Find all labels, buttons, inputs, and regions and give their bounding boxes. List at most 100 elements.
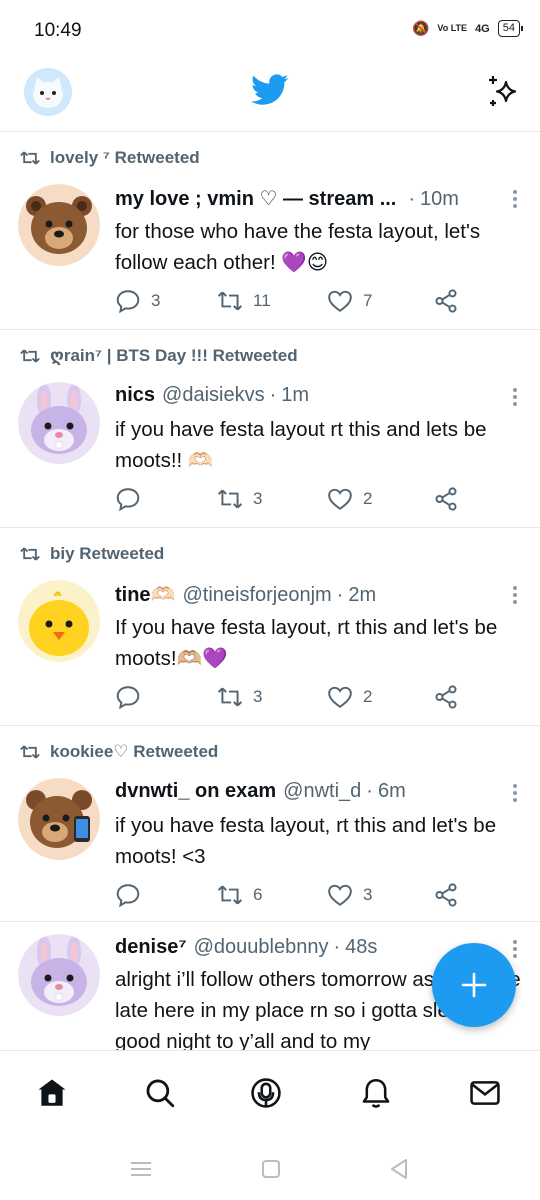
top-app-bar — [0, 60, 540, 132]
reply-icon — [116, 290, 140, 314]
tweet-time[interactable]: 6m — [378, 780, 406, 803]
share-icon — [435, 685, 457, 709]
tweet-time[interactable]: 1m — [281, 384, 309, 407]
nav-messages[interactable] — [465, 1073, 505, 1113]
like-button[interactable]: 7 — [327, 288, 372, 314]
signal-indicator: 4G — [475, 22, 490, 35]
user-handle[interactable]: @tineisforjeonjm — [182, 584, 331, 607]
bunny-avatar[interactable] — [18, 382, 100, 464]
nav-search[interactable] — [140, 1073, 180, 1113]
user-handle[interactable]: @nwti_d — [283, 780, 361, 803]
heart-icon — [328, 884, 352, 906]
like-count: 3 — [363, 885, 373, 904]
bunny-avatar[interactable] — [18, 934, 100, 1016]
share-button[interactable] — [433, 882, 459, 908]
timeline-feed[interactable]: lovely ⁷ Retweeted my love ; vmin ♡ — st… — [0, 132, 540, 1050]
more-options-icon[interactable] — [512, 938, 518, 960]
bear-phone-avatar[interactable] — [18, 778, 100, 860]
tweet-text: if you have festa layout rt this and let… — [115, 418, 487, 472]
sparkle-icon[interactable] — [484, 72, 522, 110]
retweet-icon — [217, 291, 243, 311]
display-name[interactable]: denise⁷ — [115, 936, 187, 959]
display-name[interactable]: my love ; vmin ♡ — stream ... — [115, 186, 396, 211]
bear-avatar-icon — [18, 184, 100, 266]
more-options-icon[interactable] — [512, 188, 518, 210]
like-count: 2 — [363, 489, 373, 508]
menu-icon[interactable] — [128, 1156, 154, 1182]
tweet-actions: 6 3 — [115, 882, 522, 910]
tweet-header: tine🫶🏻 @tineisforjeonjm · 2m — [115, 582, 520, 608]
retweet-context[interactable]: ღrain⁷ | BTS Day !!! Retweeted — [20, 346, 298, 366]
notifications-icon — [362, 1078, 390, 1108]
retweet-icon — [217, 687, 243, 707]
profile-avatar[interactable] — [24, 68, 72, 116]
tweet-actions: 3 2 — [115, 486, 522, 514]
retweet-context[interactable]: biy Retweeted — [20, 544, 164, 564]
mute-icon: 🔕 — [411, 20, 430, 36]
retweet-button[interactable]: 3 — [217, 486, 262, 512]
user-handle[interactable]: @daisiekvs — [162, 384, 265, 407]
tweet[interactable]: ღrain⁷ | BTS Day !!! Retweeted nics @dai… — [0, 330, 540, 528]
like-count: 7 — [363, 291, 373, 310]
like-button[interactable]: 2 — [327, 684, 372, 710]
reply-button[interactable]: 3 — [115, 288, 160, 314]
compose-tweet-button[interactable] — [432, 943, 516, 1027]
bear-phone-avatar-icon — [18, 778, 100, 860]
retweet-button[interactable]: 11 — [217, 288, 271, 314]
tweet-text: if you have festa layout, rt this and le… — [115, 814, 497, 868]
retweet-count: 3 — [253, 687, 263, 706]
back-icon[interactable] — [386, 1156, 412, 1182]
reply-button[interactable] — [115, 486, 151, 512]
home-square-icon[interactable] — [258, 1156, 284, 1182]
retweet-count: 11 — [253, 291, 271, 310]
retweet-context[interactable]: kookiee♡ Retweeted — [20, 742, 218, 762]
retweet-context[interactable]: lovely ⁷ Retweeted — [20, 148, 200, 168]
user-handle[interactable]: @douublebnny — [194, 936, 329, 959]
tweet-header: nics @daisiekvs · 1m — [115, 384, 520, 410]
reply-button[interactable] — [115, 882, 151, 908]
share-icon — [435, 883, 457, 907]
display-name[interactable]: tine🫶🏻 — [115, 582, 175, 607]
tweet-text: If you have festa layout, rt this and le… — [115, 616, 498, 670]
tweet-actions: 3 11 7 — [115, 288, 522, 316]
reply-icon — [116, 488, 140, 512]
share-button[interactable] — [433, 684, 459, 710]
display-name[interactable]: nics — [115, 384, 155, 407]
display-name[interactable]: dvnwti_ on exam — [115, 780, 276, 803]
retweet-count: 3 — [253, 489, 263, 508]
more-options-icon[interactable] — [512, 782, 518, 804]
tweet-time[interactable]: 48s — [345, 936, 377, 959]
chick-avatar-icon — [18, 580, 100, 662]
reply-icon — [116, 884, 140, 908]
retweet-icon — [20, 349, 40, 363]
twitter-bird-icon — [251, 74, 289, 105]
like-button[interactable]: 2 — [327, 486, 372, 512]
search-icon — [146, 1079, 175, 1108]
bear-avatar[interactable] — [18, 184, 100, 266]
tweet-time[interactable]: 10m — [420, 188, 459, 211]
tweet[interactable]: kookiee♡ Retweeted dvnwti_ on exam @nwti… — [0, 726, 540, 922]
reply-button[interactable] — [115, 684, 151, 710]
separator-dot: · — [269, 384, 277, 406]
tweet[interactable]: lovely ⁷ Retweeted my love ; vmin ♡ — st… — [0, 132, 540, 330]
status-icons: 🔕 Vo LTE 4G 54 — [411, 20, 524, 37]
retweet-icon — [20, 547, 40, 561]
cat-face-avatar-icon — [24, 68, 72, 116]
reply-icon — [116, 686, 140, 710]
tweet-time[interactable]: 2m — [348, 584, 376, 607]
more-options-icon[interactable] — [512, 584, 518, 606]
retweeted-by-label: kookiee♡ Retweeted — [50, 742, 219, 761]
retweet-button[interactable]: 3 — [217, 684, 262, 710]
share-button[interactable] — [433, 288, 459, 314]
separator-dot: · — [333, 936, 341, 958]
share-button[interactable] — [433, 486, 459, 512]
chick-avatar[interactable] — [18, 580, 100, 662]
like-button[interactable]: 3 — [327, 882, 372, 908]
retweet-button[interactable]: 6 — [217, 882, 262, 908]
nav-spaces[interactable] — [246, 1073, 286, 1113]
nav-notifications[interactable] — [356, 1073, 396, 1113]
more-options-icon[interactable] — [512, 386, 518, 408]
tweet[interactable]: biy Retweeted tine🫶🏻 @tineisforjeonjm · … — [0, 528, 540, 726]
tweet-header: dvnwti_ on exam @nwti_d · 6m — [115, 780, 520, 806]
nav-home[interactable] — [32, 1073, 72, 1113]
